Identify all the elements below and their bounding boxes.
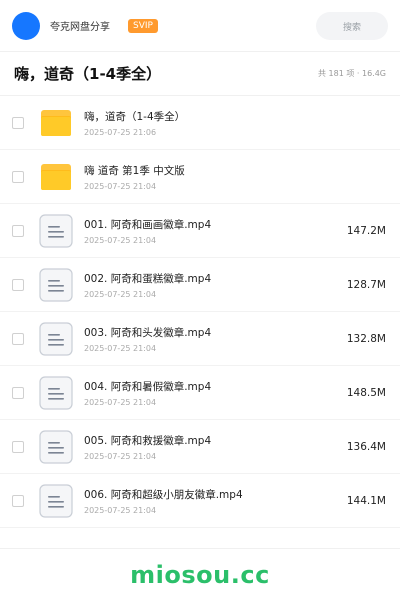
row-checkbox[interactable] (12, 224, 24, 237)
item-size: 132.8M (346, 332, 386, 345)
watermark-text: miosou.cc (130, 561, 270, 589)
list-item-file[interactable]: 004. 阿奇和暑假徽章.mp4 2025-07-25 21:04 148.5M (0, 366, 400, 420)
list-item-folder[interactable]: 嗨 道奇 第1季 中文版 2025-07-25 21:04 (0, 150, 400, 204)
item-size: 148.5M (346, 386, 386, 399)
item-info: 002. 阿奇和蛋糕徽章.mp4 2025-07-25 21:04 (84, 271, 339, 299)
footer: miosou.cc (0, 548, 400, 601)
video-file-icon (38, 213, 74, 249)
item-name: 001. 阿奇和画画徽章.mp4 (84, 218, 212, 231)
row-checkbox[interactable] (12, 278, 24, 291)
item-size: 147.2M (346, 224, 386, 237)
search-input[interactable]: 搜索 (316, 12, 388, 40)
row-checkbox[interactable] (12, 440, 24, 453)
video-file-icon (38, 429, 74, 465)
item-name: 嗨，道奇（1-4季全） (84, 110, 186, 123)
list-item-file[interactable]: 005. 阿奇和救援徽章.mp4 2025-07-25 21:04 136.4M (0, 420, 400, 474)
item-name: 嗨 道奇 第1季 中文版 (84, 164, 185, 177)
folder-icon (38, 159, 74, 195)
list-item-file[interactable]: 001. 阿奇和画画徽章.mp4 2025-07-25 21:04 147.2M (0, 204, 400, 258)
item-date: 2025-07-25 21:04 (84, 451, 157, 461)
item-date: 2025-07-25 21:04 (84, 181, 157, 191)
item-name: 005. 阿奇和救援徽章.mp4 (84, 434, 212, 447)
row-checkbox[interactable] (12, 170, 24, 183)
item-size: 128.7M (346, 278, 386, 291)
item-info: 嗨 道奇 第1季 中文版 2025-07-25 21:04 (84, 163, 378, 191)
file-list: 嗨，道奇（1-4季全） 2025-07-25 21:06 嗨 道奇 第1季 中文版 2… (0, 96, 400, 528)
folder-icon (38, 105, 74, 141)
item-size: 136.4M (346, 440, 386, 453)
video-file-icon (38, 375, 74, 411)
item-date: 2025-07-25 21:04 (84, 289, 157, 299)
item-info: 003. 阿奇和头发徽章.mp4 2025-07-25 21:04 (84, 325, 339, 353)
row-checkbox[interactable] (12, 386, 24, 399)
item-info: 001. 阿奇和画画徽章.mp4 2025-07-25 21:04 (84, 217, 339, 245)
row-checkbox[interactable] (12, 116, 24, 129)
list-item-file[interactable]: 003. 阿奇和头发徽章.mp4 2025-07-25 21:04 132.8M (0, 312, 400, 366)
list-item-file[interactable]: 006. 阿奇和超级小朋友徽章.mp4 2025-07-25 21:04 144.1… (0, 474, 400, 528)
item-date: 2025-07-25 21:04 (84, 235, 157, 245)
item-name: 003. 阿奇和头发徽章.mp4 (84, 326, 212, 339)
item-name: 006. 阿奇和超级小朋友徽章.mp4 (84, 488, 243, 501)
video-file-icon (38, 267, 74, 303)
item-name: 002. 阿奇和蛋糕徽章.mp4 (84, 272, 212, 285)
item-info: 004. 阿奇和暑假徽章.mp4 2025-07-25 21:04 (84, 379, 339, 407)
app-name: 夸克网盘分享 (50, 22, 110, 33)
header: 夸克网盘分享 SVIP 搜索 (0, 0, 400, 52)
item-date: 2025-07-25 21:04 (84, 397, 157, 407)
item-name: 004. 阿奇和暑假徽章.mp4 (84, 380, 212, 393)
row-checkbox[interactable] (12, 332, 24, 345)
folder-summary: 共 181 项 · 16.4G (318, 69, 386, 78)
item-date: 2025-07-25 21:04 (84, 343, 157, 353)
video-file-icon (38, 321, 74, 357)
row-checkbox[interactable] (12, 494, 24, 507)
avatar[interactable] (12, 11, 40, 40)
video-file-icon (38, 483, 74, 519)
item-date: 2025-07-25 21:06 (84, 127, 157, 137)
title-bar: 嗨，道奇（1-4季全） 共 181 项 · 16.4G (0, 52, 400, 96)
item-date: 2025-07-25 21:04 (84, 505, 157, 515)
item-info: 005. 阿奇和救援徽章.mp4 2025-07-25 21:04 (84, 433, 339, 461)
list-item-file[interactable]: 002. 阿奇和蛋糕徽章.mp4 2025-07-25 21:04 128.7M (0, 258, 400, 312)
item-info: 006. 阿奇和超级小朋友徽章.mp4 2025-07-25 21:04 (84, 487, 339, 515)
item-info: 嗨，道奇（1-4季全） 2025-07-25 21:06 (84, 109, 378, 137)
item-size: 144.1M (346, 494, 386, 507)
search-placeholder: 搜索 (342, 22, 361, 33)
list-item-folder[interactable]: 嗨，道奇（1-4季全） 2025-07-25 21:06 (0, 96, 400, 150)
svip-badge[interactable]: SVIP (128, 18, 158, 33)
page-title: 嗨，道奇（1-4季全） (14, 65, 162, 83)
